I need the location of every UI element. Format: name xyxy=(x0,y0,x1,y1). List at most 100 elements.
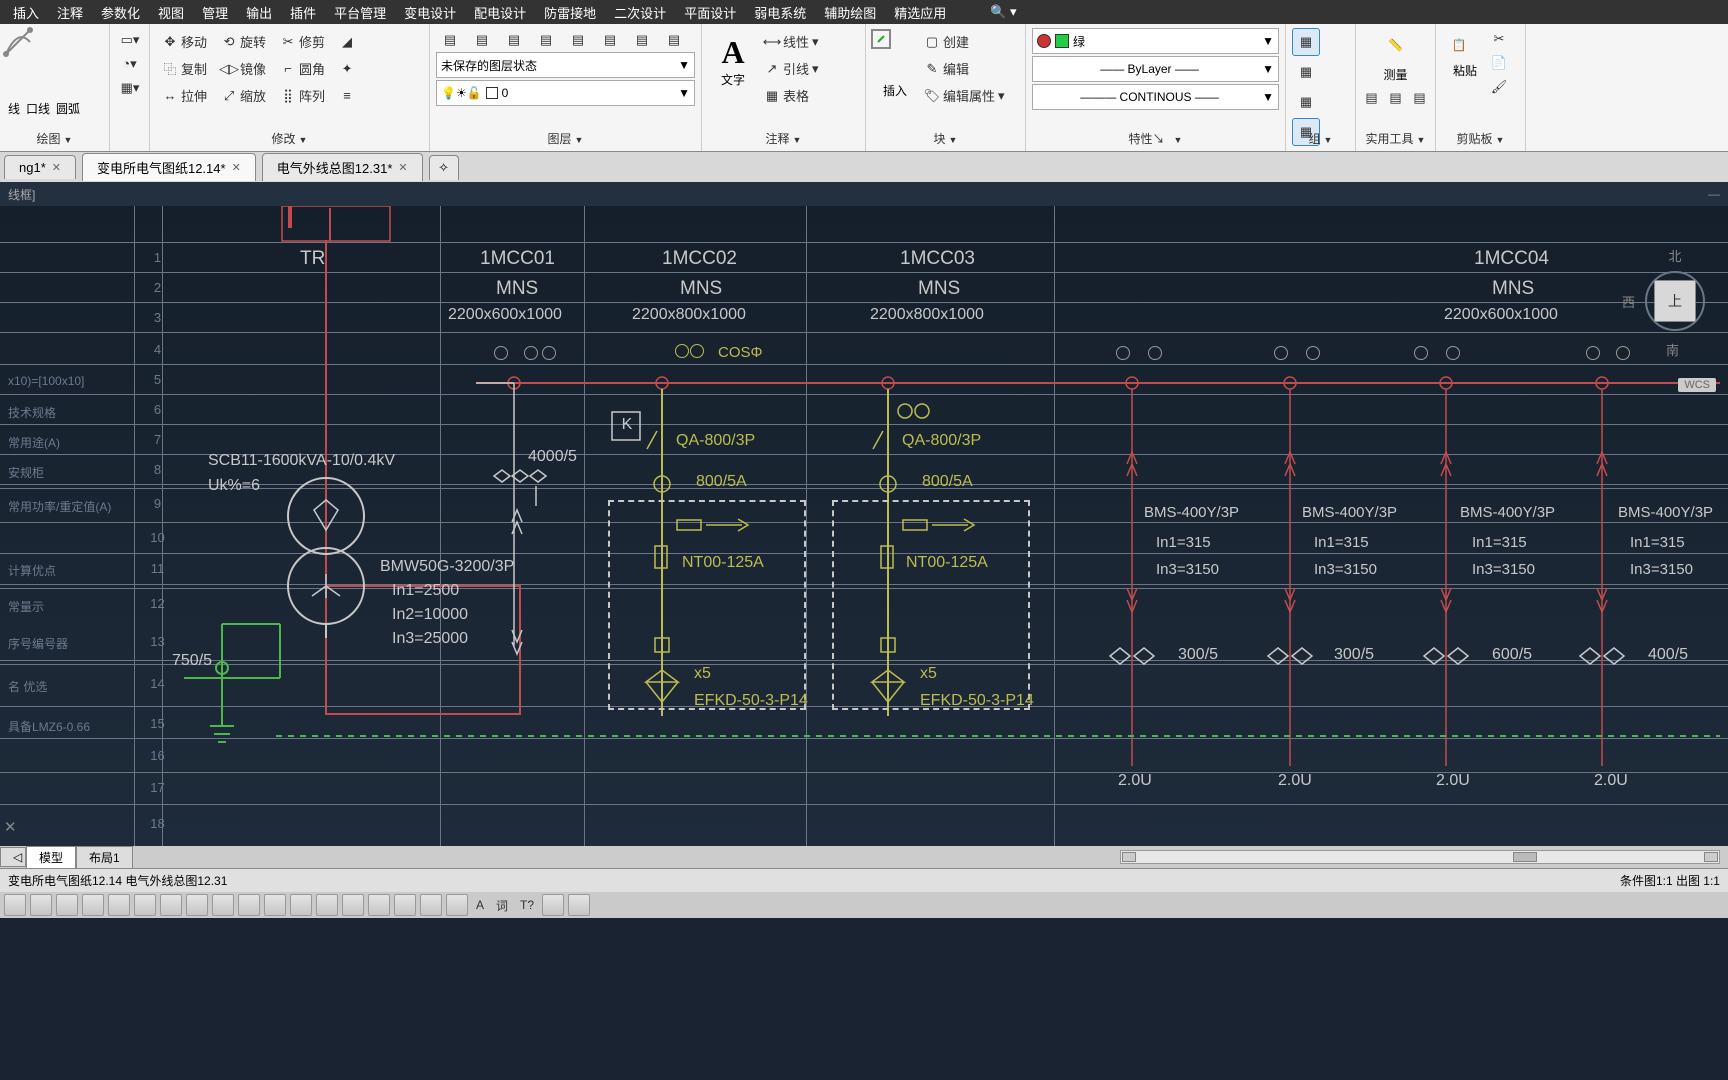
layer-state-select[interactable]: 未保存的图层状态▼ xyxy=(436,52,695,78)
menu-item[interactable]: 配电设计 xyxy=(465,3,535,22)
dyn-input[interactable] xyxy=(160,894,182,916)
menu-item[interactable]: 视图 xyxy=(149,3,193,22)
edit-block-tool[interactable]: ✎编辑 xyxy=(918,55,1019,82)
measure-tool[interactable]: 📏 xyxy=(1379,28,1413,62)
group-edit-tool[interactable]: ▦ xyxy=(1292,88,1320,116)
layout-tab[interactable]: 布局1 xyxy=(76,846,133,869)
status-btn[interactable] xyxy=(568,894,590,916)
menu-item[interactable]: 管理 xyxy=(193,3,237,22)
osnap-mode[interactable] xyxy=(108,894,130,916)
status-btn[interactable] xyxy=(316,894,338,916)
viewcube-top[interactable]: 上 xyxy=(1654,280,1696,322)
layer-btn[interactable]: ▤ xyxy=(628,28,656,52)
status-btn[interactable] xyxy=(446,894,468,916)
ortho-mode[interactable] xyxy=(56,894,78,916)
leader-tool[interactable]: ↗引线 ▾ xyxy=(758,55,859,82)
move-tool[interactable]: ✥移动 xyxy=(156,28,213,55)
paste-tool[interactable]: 📋 xyxy=(1442,28,1476,62)
menu-item[interactable]: 弱电系统 xyxy=(745,3,815,22)
offset-tool[interactable]: ≡ xyxy=(333,84,361,108)
mirror-tool[interactable]: ◁▷镜像 xyxy=(215,55,272,82)
menu-item[interactable]: 二次设计 xyxy=(605,3,675,22)
status-btn[interactable] xyxy=(394,894,416,916)
lineweight-toggle[interactable] xyxy=(186,894,208,916)
layer-btn[interactable]: ▤ xyxy=(532,28,560,52)
linetype-select[interactable]: ——— CONTINOUS ——▼ xyxy=(1032,84,1279,110)
hatch-tool[interactable]: ▦▾ xyxy=(116,76,143,100)
lineweight-select[interactable]: —— ByLayer ——▼ xyxy=(1032,56,1279,82)
status-btn[interactable] xyxy=(542,894,564,916)
menu-item[interactable]: 插入 xyxy=(4,3,48,22)
transparency[interactable] xyxy=(212,894,234,916)
layerprop-tool[interactable]: ▤ xyxy=(436,28,464,52)
explode-tool[interactable]: ✦ xyxy=(333,57,361,81)
layer-btn[interactable]: ▤ xyxy=(468,28,496,52)
stretch-tool[interactable]: ↔拉伸 xyxy=(156,82,213,109)
status-btn[interactable] xyxy=(290,894,312,916)
array-tool[interactable]: ⣿阵列 xyxy=(274,82,331,109)
layer-btn[interactable]: ▤ xyxy=(596,28,624,52)
otrack-mode[interactable] xyxy=(134,894,156,916)
polar-mode[interactable] xyxy=(82,894,104,916)
tab-nav-left[interactable]: ◁ xyxy=(0,847,26,867)
menu-item[interactable]: 参数化 xyxy=(92,3,149,22)
arc-tool[interactable] xyxy=(56,28,104,76)
ungroup-tool[interactable]: ▦ xyxy=(1292,58,1320,86)
copy-tool[interactable]: ⿻复制 xyxy=(156,55,213,82)
status-btn[interactable] xyxy=(368,894,390,916)
close-icon[interactable]: ✕ xyxy=(398,161,407,174)
new-tab[interactable]: ✧ xyxy=(429,155,459,180)
document-tab[interactable]: 变电所电气图纸12.14*✕ xyxy=(82,153,256,181)
close-icon[interactable]: ✕ xyxy=(4,818,17,836)
close-icon[interactable]: ✕ xyxy=(232,161,241,174)
cut-tool[interactable]: ✂ xyxy=(1488,28,1510,50)
viewcube[interactable]: 北 上 西 南 xyxy=(1640,266,1710,336)
document-tab[interactable]: ng1*✕ xyxy=(4,155,76,179)
color-select[interactable]: 绿▼ xyxy=(1032,28,1279,54)
drawing-area[interactable]: 1 2 3 4 5 6 7 8 9 10 11 12 13 14 15 16 1… xyxy=(0,206,1728,846)
util-btn[interactable]: ▤ xyxy=(1385,87,1407,109)
menu-item[interactable]: 注释 xyxy=(48,3,92,22)
scale-tool[interactable]: ⤢缩放 xyxy=(215,82,272,109)
util-btn[interactable]: ▤ xyxy=(1409,87,1431,109)
model-tab[interactable]: 模型 xyxy=(26,846,76,869)
close-icon[interactable]: ✕ xyxy=(52,161,61,174)
menu-item[interactable]: 输出 xyxy=(237,3,281,22)
copy-clip-tool[interactable]: 📄 xyxy=(1488,52,1510,74)
insert-block-tool[interactable] xyxy=(872,34,920,82)
grid-mode[interactable] xyxy=(30,894,52,916)
search-icon[interactable]: 🔍 ▾ xyxy=(981,4,1025,20)
menu-item[interactable]: 精选应用 xyxy=(885,3,955,22)
menu-item[interactable]: 辅助绘图 xyxy=(815,3,885,22)
table-tool[interactable]: ▦表格 xyxy=(758,82,859,109)
create-block-tool[interactable]: ▢创建 xyxy=(918,28,1019,55)
menu-item[interactable]: 平台管理 xyxy=(325,3,395,22)
util-btn[interactable]: ▤ xyxy=(1361,87,1383,109)
layer-current-select[interactable]: 💡 ☀ 🔓 0▼ xyxy=(436,80,695,106)
group-tool[interactable]: ▦ xyxy=(1292,28,1320,56)
rect-tool[interactable]: ▭▾ xyxy=(116,28,143,52)
minimize-icon[interactable]: — xyxy=(1708,187,1720,201)
match-tool[interactable]: 🖌 xyxy=(1488,76,1510,98)
status-btn[interactable] xyxy=(420,894,442,916)
edit-attr-tool[interactable]: 🏷编辑属性 ▾ xyxy=(918,82,1019,109)
fillet-tool[interactable]: ⌐圆角 xyxy=(274,55,331,82)
status-btn[interactable] xyxy=(342,894,364,916)
status-btn[interactable] xyxy=(264,894,286,916)
menu-item[interactable]: 变电设计 xyxy=(395,3,465,22)
text-tool[interactable]: A xyxy=(708,34,758,71)
layer-btn[interactable]: ▤ xyxy=(564,28,592,52)
line-tool[interactable] xyxy=(6,28,54,76)
document-tab[interactable]: 电气外线总图12.31*✕ xyxy=(262,153,423,181)
menu-item[interactable]: 防雷接地 xyxy=(535,3,605,22)
layer-btn[interactable]: ▤ xyxy=(660,28,688,52)
layer-btn[interactable]: ▤ xyxy=(500,28,528,52)
snap-mode[interactable] xyxy=(4,894,26,916)
dim-linear-tool[interactable]: ⟷线性 ▾ xyxy=(758,28,859,55)
erase-tool[interactable]: ◢ xyxy=(333,30,361,54)
menu-item[interactable]: 平面设计 xyxy=(675,3,745,22)
horizontal-scrollbar[interactable] xyxy=(1120,850,1720,864)
rotate-tool[interactable]: ⟲旋转 xyxy=(215,28,272,55)
trim-tool[interactable]: ✂修剪 xyxy=(274,28,331,55)
ellipse-tool[interactable]: ◔▾ xyxy=(116,52,143,76)
